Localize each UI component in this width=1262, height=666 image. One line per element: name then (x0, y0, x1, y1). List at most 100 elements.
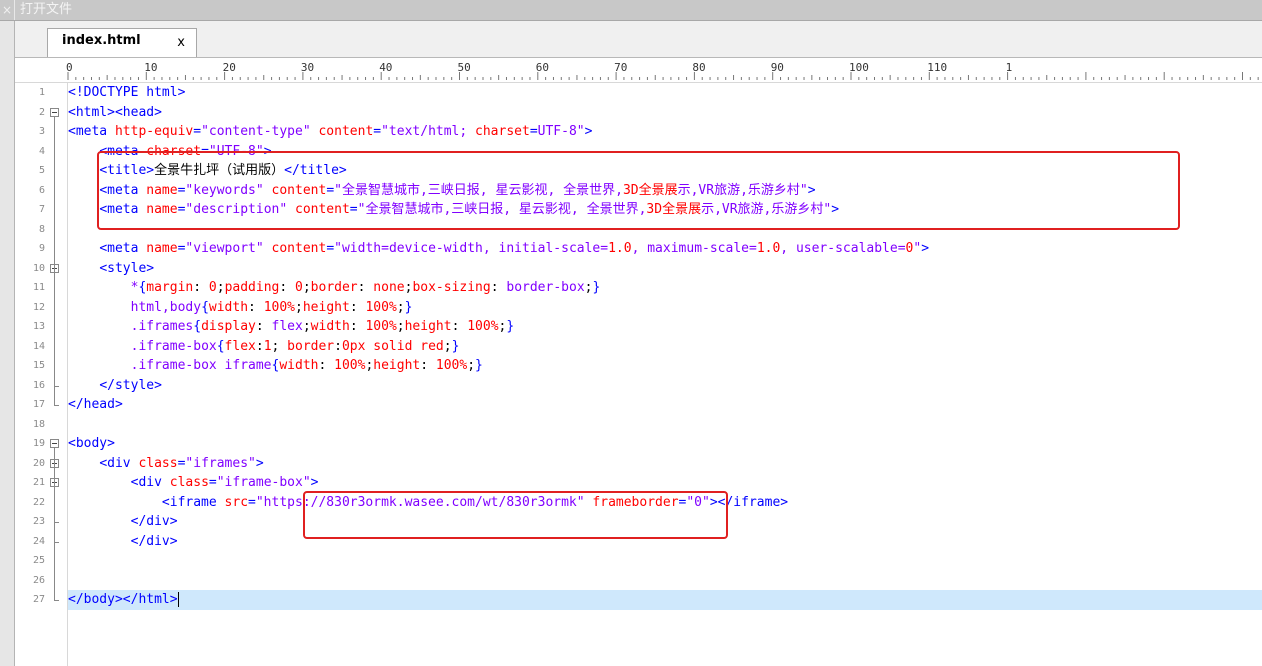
code-token: > (584, 124, 593, 139)
highlight-box-iframe-src (303, 491, 728, 539)
code-token: ; (396, 299, 405, 315)
code-token: "iframe-box" (216, 475, 311, 490)
ruler-label: 100 (849, 61, 869, 74)
ruler-label: 90 (771, 61, 784, 74)
line-number: 9 (38, 243, 45, 254)
code-token: = (193, 124, 202, 139)
code-token: ; (443, 338, 452, 354)
code-token: </div> (130, 533, 178, 549)
code-line[interactable]: <html><head> (68, 103, 162, 123)
fold-toggle-icon[interactable] (50, 439, 59, 448)
code-line[interactable]: <meta http-equiv="content-type" content=… (68, 122, 592, 142)
code-token: 1.0 (608, 241, 632, 256)
close-icon[interactable]: × (0, 0, 15, 20)
code-line[interactable]: </style> (68, 376, 162, 396)
code-line[interactable]: <meta name="viewport" content="width=dev… (68, 239, 929, 259)
code-token: ; (216, 280, 225, 295)
fold-guide (54, 448, 55, 600)
tab-index-html[interactable]: index.html x (47, 28, 197, 57)
code-token: height (404, 319, 452, 334)
code-token: ; (271, 338, 288, 354)
line-number: 2 (38, 106, 45, 118)
code-token: 100% (334, 358, 366, 373)
line-number: 17 (32, 399, 45, 410)
code-line[interactable]: <body> (68, 434, 115, 454)
line-number: 12 (32, 301, 45, 313)
code-token: class (169, 475, 209, 490)
line-number: 19 (32, 438, 45, 449)
code-token: <!DOCTYPE html> (68, 85, 186, 100)
code-token: > (310, 475, 319, 490)
line-number: 3 (38, 126, 45, 137)
line-number: 6 (38, 184, 45, 196)
code-token: height (302, 299, 350, 315)
text-cursor (177, 592, 179, 607)
code-token: } (475, 358, 483, 373)
code-token: class (138, 455, 178, 471)
tab-close-icon[interactable]: x (177, 35, 185, 50)
code-token: , maximum-scale= (631, 241, 757, 256)
code-token: : (193, 280, 209, 295)
code-token: height (373, 358, 421, 373)
code-line[interactable]: <div class="iframes"> (68, 454, 263, 474)
code-token: : (357, 280, 374, 295)
code-token: content (318, 124, 374, 139)
code-token: src (224, 494, 249, 510)
code-line[interactable]: </div> (68, 532, 178, 552)
line-number: 7 (38, 204, 45, 215)
ruler-label: 0 (66, 61, 73, 74)
code-token: "content-type" (201, 124, 311, 139)
tab-bar: index.html x (15, 21, 1262, 58)
code-token: = (529, 124, 538, 139)
code-line[interactable]: .iframe-box iframe{width: 100%;height: 1… (68, 356, 483, 376)
code-token: = (208, 475, 217, 490)
code-line[interactable]: html,body{width: 100%;height: 100%;} (68, 298, 413, 318)
line-number: 4 (38, 145, 45, 157)
code-token: display (201, 319, 256, 334)
tab-label: index.html (62, 33, 141, 48)
code-line[interactable]: .iframe-box{flex:1; border:0px solid red… (68, 337, 460, 357)
line-number: 5 (38, 165, 45, 176)
code-token: ; (302, 319, 311, 334)
code-token: </body></html> (68, 592, 178, 607)
code-token: border (310, 280, 358, 295)
code-token: 0px (341, 338, 366, 354)
code-line[interactable]: </body></html> (68, 590, 179, 610)
code-token: > (921, 241, 930, 256)
ruler-label: 110 (927, 61, 947, 74)
code-token: "viewport" (185, 241, 264, 256)
code-line[interactable]: .iframes{display: flex;width: 100%;heigh… (68, 317, 515, 337)
code-token: <div (99, 455, 139, 471)
code-line[interactable]: <style> (68, 259, 154, 279)
code-token: "width=device-width, initial-scale= (334, 241, 609, 256)
code-line[interactable]: </div> (68, 512, 178, 532)
code-token: box-sizing (412, 280, 491, 295)
code-line[interactable]: <div class="iframe-box"> (68, 473, 319, 493)
line-number: 25 (32, 555, 45, 566)
fold-end-mark (54, 405, 59, 406)
code-token: content (271, 241, 327, 256)
code-token: <iframe (161, 494, 225, 510)
code-token: 100% (263, 299, 296, 315)
window-title: 打开文件 (20, 2, 73, 17)
code-token: : (255, 338, 264, 354)
code-line[interactable]: <!DOCTYPE html> (68, 83, 185, 103)
code-token: : (279, 280, 296, 295)
code-token: } (451, 338, 460, 354)
code-token: : (451, 319, 468, 334)
code-token: = (326, 241, 335, 256)
code-line[interactable]: *{margin: 0;padding: 0;border: none;box-… (68, 278, 601, 298)
line-number: 23 (32, 516, 45, 527)
code-line[interactable]: </head> (68, 395, 123, 415)
code-token: 100% (467, 319, 499, 334)
code-token: = (248, 494, 256, 510)
fold-toggle-icon[interactable] (50, 107, 59, 117)
code-token: name (146, 241, 178, 256)
